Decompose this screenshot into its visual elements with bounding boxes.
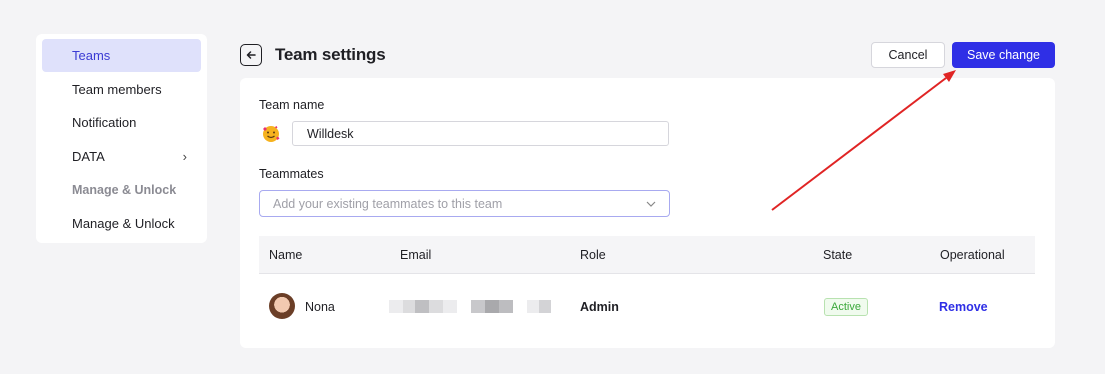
team-name-label: Team name xyxy=(259,98,325,112)
column-header-role: Role xyxy=(580,248,606,262)
cancel-button[interactable]: Cancel xyxy=(871,42,945,68)
column-header-operational: Operational xyxy=(940,248,1005,262)
team-name-input[interactable]: Willdesk xyxy=(292,121,669,146)
teammates-select[interactable]: Add your existing teammates to this team xyxy=(259,190,670,217)
column-header-state: State xyxy=(823,248,853,262)
sidebar-item-label: Team members xyxy=(72,81,162,97)
sidebar-item-data[interactable]: DATA › xyxy=(42,140,201,173)
sidebar-item-notification[interactable]: Notification xyxy=(42,106,201,139)
sidebar-item-manage-unlock[interactable]: Manage & Unlock xyxy=(42,207,201,240)
column-header-email: Email xyxy=(400,248,432,262)
teammates-label: Teammates xyxy=(259,167,324,181)
page-header: Team settings Cancel Save change xyxy=(240,42,1055,68)
sidebar-item-label: Manage & Unlock xyxy=(72,215,175,231)
sidebar-item-label: Notification xyxy=(72,115,137,130)
avatar xyxy=(269,293,295,319)
status-badge: Active xyxy=(824,298,868,316)
teammates-placeholder: Add your existing teammates to this team xyxy=(273,196,503,211)
sidebar-item-team-members[interactable]: Team members xyxy=(42,73,201,106)
sidebar-item-teams[interactable]: Teams xyxy=(42,39,201,72)
page-title: Team settings xyxy=(275,45,386,64)
column-header-name: Name xyxy=(269,248,303,262)
remove-member-link[interactable]: Remove xyxy=(939,300,988,314)
sidebar-item-label: Manage & Unlock xyxy=(72,182,177,197)
arrow-left-icon xyxy=(246,51,256,59)
sidebar-item-manage-unlock-disabled: Manage & Unlock xyxy=(42,173,201,206)
team-emoji-icon[interactable] xyxy=(260,123,282,145)
sidebar-item-label: Teams xyxy=(72,48,111,63)
chevron-right-icon: › xyxy=(182,148,187,164)
back-button[interactable] xyxy=(240,44,262,66)
settings-sidebar: Teams Team members Notification DATA › Ma… xyxy=(36,34,207,243)
chevron-down-icon xyxy=(646,201,656,207)
members-table-header: Name Email Role State Operational xyxy=(259,236,1035,274)
table-row: Nona Admin Active Remove xyxy=(259,289,1035,323)
member-name: Nona xyxy=(305,300,335,314)
member-role: Admin xyxy=(580,300,619,314)
sidebar-item-label: DATA xyxy=(72,148,105,164)
save-change-button[interactable]: Save change xyxy=(952,42,1055,68)
team-settings-card: Team name Willdesk Teammates Add your ex… xyxy=(240,78,1055,348)
redacted-email xyxy=(389,300,551,313)
